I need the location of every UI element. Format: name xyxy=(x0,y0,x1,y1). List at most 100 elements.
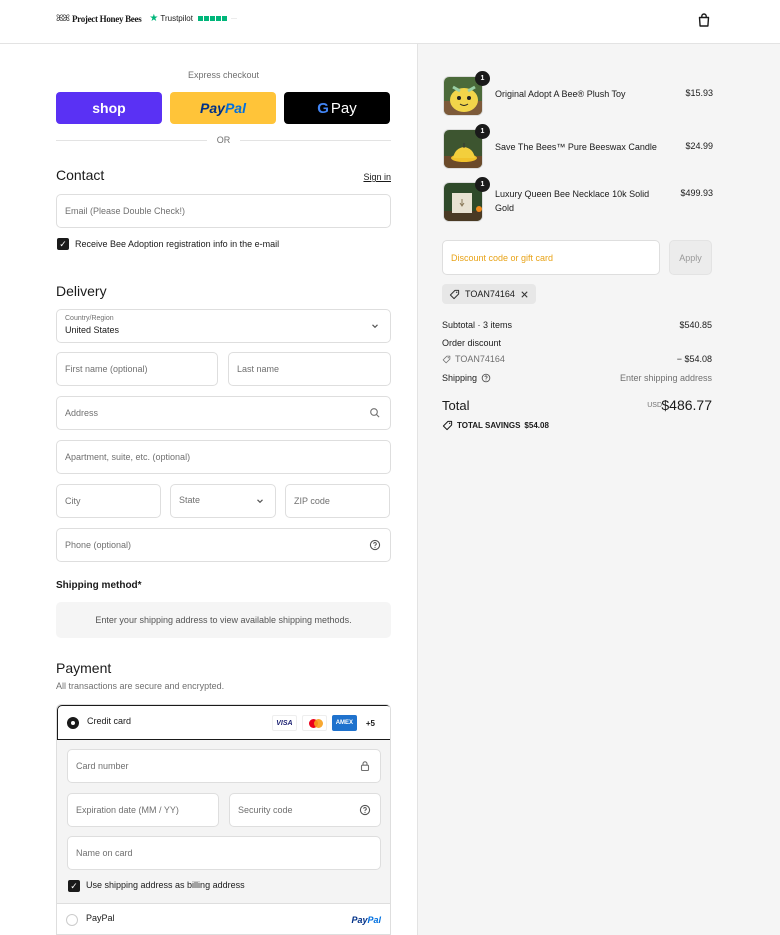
chevron-down-icon xyxy=(254,495,266,507)
city-field[interactable]: City xyxy=(56,484,161,518)
security-code-field[interactable]: Security code xyxy=(229,793,381,827)
help-icon[interactable] xyxy=(369,539,381,551)
last-name-placeholder: Last name xyxy=(237,364,280,374)
trustpilot-more-icon: ··· xyxy=(230,15,237,22)
google-g-icon: G xyxy=(317,99,329,117)
address-field[interactable]: Address xyxy=(56,396,391,430)
applied-discount-chip: TOAN74164 xyxy=(442,284,536,304)
help-icon[interactable] xyxy=(481,373,491,383)
paypal-pal-text: Pal xyxy=(224,100,246,116)
subtotal-label: Subtotal · 3 items xyxy=(442,320,513,330)
discount-code-line: TOAN74164 xyxy=(442,354,505,364)
discount-placeholder: Discount code or gift card xyxy=(451,252,554,263)
item-price: $15.93 xyxy=(685,88,713,98)
payment-subtitle: All transactions are secure and encrypte… xyxy=(56,681,225,691)
credit-card-label: Credit card xyxy=(87,716,132,726)
apply-discount-button[interactable]: Apply xyxy=(669,240,712,275)
divider-line xyxy=(56,139,207,141)
name-on-card-placeholder: Name on card xyxy=(76,848,133,858)
country-label: Country/Region xyxy=(65,315,114,322)
paypal-label: PayPal xyxy=(86,913,115,923)
city-placeholder: City xyxy=(65,496,81,506)
chevron-down-icon xyxy=(369,320,381,332)
first-name-placeholder: First name (optional) xyxy=(65,364,148,374)
search-icon xyxy=(369,407,381,419)
security-code-placeholder: Security code xyxy=(238,805,293,815)
first-name-field[interactable]: First name (optional) xyxy=(56,352,218,386)
trustpilot-star-icon: ★ xyxy=(149,13,159,24)
card-number-placeholder: Card number xyxy=(76,761,129,771)
quantity-badge: 1 xyxy=(475,124,490,139)
discount-value: − $54.08 xyxy=(676,354,712,364)
order-discount-label: Order discount xyxy=(442,338,502,348)
phone-placeholder: Phone (optional) xyxy=(65,540,132,550)
email-field[interactable]: Email (Please Double Check!) xyxy=(56,194,391,228)
paypal-radio[interactable] xyxy=(66,914,78,926)
item-price: $24.99 xyxy=(685,141,713,151)
discount-code-field[interactable]: Discount code or gift card xyxy=(442,240,660,275)
divider-line xyxy=(240,139,391,141)
subtotal-row: Subtotal · 3 items $540.85 xyxy=(442,320,712,330)
billing-same-checkbox[interactable]: ✓ xyxy=(68,880,80,892)
billing-same-label: Use shipping address as billing address xyxy=(86,880,245,890)
contact-title: Contact xyxy=(56,167,105,183)
trustpilot-rating-icon xyxy=(197,16,227,21)
brand-name: Project Honey Bees xyxy=(71,13,142,24)
credit-card-option[interactable]: Credit card VISA AMEX +5 xyxy=(57,705,390,740)
lock-icon xyxy=(359,760,371,772)
sign-in-link[interactable]: Sign in xyxy=(363,172,391,182)
trustpilot-badge: ★ Trustpilot ··· xyxy=(149,13,237,24)
shipping-row: Shipping Enter shipping address xyxy=(442,373,712,383)
tag-icon xyxy=(442,355,451,364)
savings-tag-icon xyxy=(442,420,453,431)
trustpilot-label: Trustpilot xyxy=(160,14,193,23)
header: ꕤꕤ Project Honey Bees ★ Trustpilot ··· xyxy=(0,0,780,44)
quantity-badge: 1 xyxy=(475,177,490,192)
phone-field[interactable]: Phone (optional) xyxy=(56,528,391,562)
visa-icon: VISA xyxy=(271,715,297,731)
line-item: 1 Save The Bees™ Pure Beeswax Candle $24… xyxy=(443,124,713,169)
item-name: Original Adopt A Bee® Plush Toy xyxy=(495,89,626,99)
last-name-field[interactable]: Last name xyxy=(228,352,391,386)
card-number-field[interactable]: Card number xyxy=(67,749,381,783)
or-label: OR xyxy=(216,135,231,145)
paypal-logo-pay: Pay xyxy=(351,915,368,925)
name-on-card-field[interactable]: Name on card xyxy=(67,836,381,870)
order-discount-row: Order discount xyxy=(442,338,712,348)
apartment-placeholder: Apartment, suite, etc. (optional) xyxy=(65,452,191,462)
expiration-placeholder: Expiration date (MM / YY) xyxy=(76,805,179,815)
discount-code-row: TOAN74164 − $54.08 xyxy=(442,354,712,366)
item-price: $499.93 xyxy=(680,188,713,198)
applied-code: TOAN74164 xyxy=(465,289,515,299)
shopping-bag-icon[interactable] xyxy=(696,12,712,28)
state-select[interactable]: State xyxy=(170,484,276,518)
google-pay-button[interactable]: G Pay xyxy=(284,92,390,124)
paypal-logo: PayPal xyxy=(351,915,381,925)
help-icon[interactable] xyxy=(359,804,371,816)
expiration-field[interactable]: Expiration date (MM / YY) xyxy=(67,793,219,827)
shop-pay-button[interactable]: shop xyxy=(56,92,162,124)
payment-title: Payment xyxy=(56,660,112,676)
total-currency: USD xyxy=(647,402,662,409)
zip-field[interactable]: ZIP code xyxy=(285,484,390,518)
credit-card-radio[interactable] xyxy=(67,717,79,729)
address-placeholder: Address xyxy=(65,408,99,418)
mastercard-icon xyxy=(301,715,327,731)
amex-icon: AMEX xyxy=(331,715,357,731)
brand-logo[interactable]: ꕤꕤ Project Honey Bees ★ Trustpilot ··· xyxy=(56,13,237,24)
savings-value: $54.08 xyxy=(524,421,549,430)
line-item: 1 Luxury Queen Bee Necklace 10k Solid Go… xyxy=(443,177,713,222)
express-checkout-title: Express checkout xyxy=(187,70,260,80)
shipping-label: Shipping xyxy=(442,373,478,383)
paypal-button[interactable]: Pay Pal xyxy=(170,92,276,124)
shipping-value: Enter shipping address xyxy=(619,373,712,383)
newsletter-label: Receive Bee Adoption registration info i… xyxy=(75,239,280,249)
total-value: $486.77 xyxy=(661,397,712,413)
express-buttons: shop Pay Pal G Pay xyxy=(56,92,390,124)
remove-discount-icon[interactable] xyxy=(520,290,529,299)
country-select[interactable]: Country/Region United States xyxy=(56,309,391,343)
paypal-option[interactable]: PayPal PayPal xyxy=(57,903,390,934)
apartment-field[interactable]: Apartment, suite, etc. (optional) xyxy=(56,440,391,474)
email-placeholder: Email (Please Double Check!) xyxy=(65,206,186,216)
newsletter-checkbox[interactable]: ✓ xyxy=(57,238,69,250)
